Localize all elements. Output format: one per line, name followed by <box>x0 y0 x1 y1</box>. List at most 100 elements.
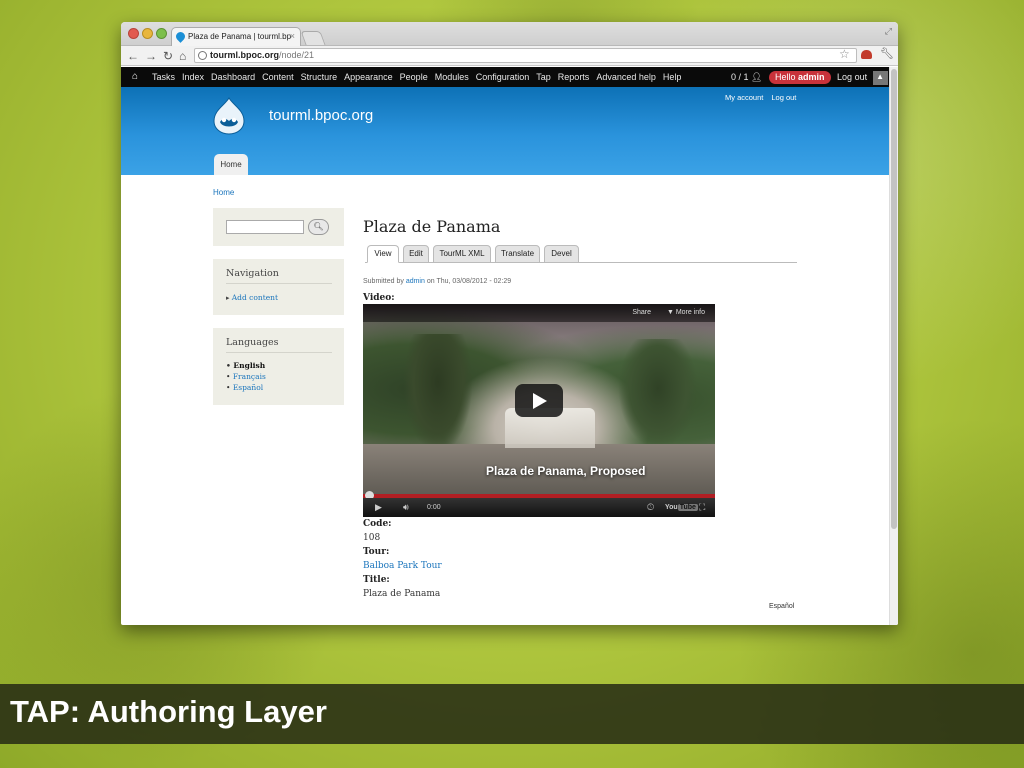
breadcrumb[interactable]: Home <box>213 188 234 197</box>
new-tab-button[interactable] <box>300 31 326 45</box>
tour-field-label: Tour: <box>363 547 390 557</box>
video-caption: Plaza de Panama, Proposed <box>486 464 646 478</box>
video-field-label: Video: <box>363 293 395 303</box>
admin-toolbar: ⌂ Tasks Index Dashboard Content Structure App… <box>121 67 889 87</box>
search-icon: 🔍︎ <box>313 222 324 231</box>
more-info-icon: ▼ <box>666 309 676 316</box>
title-field-value: Plaza de Panama <box>363 589 441 599</box>
reload-icon[interactable]: ↻ <box>163 48 173 64</box>
submitted-user-link[interactable]: admin <box>406 278 425 285</box>
navigation-block-title: Navigation <box>226 268 332 284</box>
fullscreen-icon[interactable]: ⛶ <box>699 498 705 517</box>
tab-edit[interactable]: Edit <box>403 245 429 263</box>
code-field-label: Code: <box>363 519 392 529</box>
tab-translate[interactable]: Translate <box>495 245 540 263</box>
browser-tab[interactable]: Plaza de Panama | tourml.bp × <box>171 27 301 46</box>
code-field-value: 108 <box>363 533 381 543</box>
language-footer-link[interactable]: Español <box>769 603 794 610</box>
admin-menu-item[interactable]: Content <box>262 72 294 82</box>
page-scrollbar[interactable] <box>889 67 898 625</box>
browser-window: Plaza de Panama | tourml.bp × ⤢ ← → ↻ ⌂ … <box>121 22 898 625</box>
minimize-window-button[interactable] <box>142 28 153 39</box>
admin-home-icon[interactable]: ⌂ <box>132 67 138 87</box>
submitted-info: Submitted by admin on Thu, 03/08/2012 - … <box>363 278 511 285</box>
scrollbar-thumb[interactable] <box>891 69 897 529</box>
video-player[interactable]: Share ▼ More info Plaza de Panama, Propo… <box>363 304 715 517</box>
admin-menu-item[interactable]: Structure <box>301 72 338 82</box>
back-icon[interactable]: ← <box>127 48 139 64</box>
admin-menu-item[interactable]: Reports <box>558 72 590 82</box>
play-icon[interactable]: ▶ <box>375 498 382 517</box>
main-menu-home-tab[interactable]: Home <box>214 154 248 175</box>
watch-later-icon[interactable]: 🕓︎ <box>647 498 654 517</box>
admin-logout-link[interactable]: Log out <box>837 72 867 82</box>
node-tabs: View Edit TourML XML Translate Devel <box>365 245 797 263</box>
url-host: tourml.bpoc.org <box>210 50 279 60</box>
tab-view[interactable]: View <box>367 245 399 263</box>
drupal-logo[interactable] <box>211 97 247 135</box>
tab-tourml-xml[interactable]: TourML XML <box>433 245 491 263</box>
video-more-info-button[interactable]: ▼ More info <box>667 304 705 322</box>
search-block: 🔍︎ <box>213 208 344 246</box>
language-item-french[interactable]: Français <box>226 371 266 382</box>
admin-user-area: 0 / 1 👤︎ Hello admin Log out ▲ <box>731 67 888 87</box>
search-input[interactable] <box>226 220 304 234</box>
toolbar-toggle-button[interactable]: ▲ <box>872 70 888 85</box>
submitted-prefix: Submitted by <box>363 278 404 285</box>
admin-menu-item[interactable]: Configuration <box>476 72 530 82</box>
secondary-menu-item[interactable]: Log out <box>771 93 796 102</box>
fullscreen-icon[interactable]: ⤢ <box>885 26 892 37</box>
hello-prefix: Hello <box>774 72 796 82</box>
bookmark-star-icon[interactable]: ☆ <box>839 47 850 61</box>
wrench-icon[interactable]: 🔧︎ <box>880 47 894 60</box>
browser-tab-title: Plaza de Panama | tourml.bp <box>188 32 292 41</box>
site-name[interactable]: tourml.bpoc.org <box>269 107 373 124</box>
home-icon[interactable]: ⌂ <box>179 48 186 64</box>
zoom-window-button[interactable] <box>156 28 167 39</box>
admin-menu-item[interactable]: People <box>400 72 428 82</box>
youtube-logo[interactable]: You Tube <box>665 498 698 517</box>
admin-menu-item[interactable]: Index <box>182 72 204 82</box>
navigation-block: Navigation Add content <box>213 259 344 315</box>
site-header: tourml.bpoc.org My account Log out Home <box>121 87 889 175</box>
people-icon: 👤︎ <box>751 72 763 82</box>
url-path: /node/21 <box>279 50 315 60</box>
admin-menu-item[interactable]: Appearance <box>344 72 393 82</box>
submitted-date: on Thu, 03/08/2012 - 02:29 <box>426 278 512 285</box>
address-bar[interactable]: tourml.bpoc.org/node/21 <box>194 48 857 63</box>
language-item-english: English <box>226 360 266 371</box>
slide-title: TAP: Authoring Layer <box>10 694 327 729</box>
video-more-info-label: More info <box>675 309 705 316</box>
admin-menu-item[interactable]: Help <box>663 72 682 82</box>
video-top-bar: Share ▼ More info <box>363 304 715 322</box>
languages-block: Languages English Français Español <box>213 328 344 405</box>
video-play-button[interactable] <box>515 384 563 417</box>
language-link-french[interactable]: Français <box>233 372 266 381</box>
secondary-menu-item[interactable]: My account <box>725 93 763 102</box>
close-tab-icon[interactable]: × <box>290 28 295 45</box>
tab-devel[interactable]: Devel <box>544 245 579 263</box>
tour-field-link[interactable]: Balboa Park Tour <box>363 561 442 571</box>
search-button[interactable]: 🔍︎ <box>308 219 329 235</box>
hello-username: admin <box>798 72 825 82</box>
video-tree-right <box>618 339 698 449</box>
language-link-spanish[interactable]: Español <box>233 383 263 392</box>
user-count: 0 / 1 <box>731 72 749 82</box>
extension-icon[interactable] <box>861 50 872 59</box>
video-controls: ▶ 🔊︎ 0:00 🕓︎ You Tube ⛶ <box>363 498 715 517</box>
admin-menu-item[interactable]: Dashboard <box>211 72 255 82</box>
page-viewport: ⌂ Tasks Index Dashboard Content Structure App… <box>121 67 889 625</box>
hello-user-badge[interactable]: Hello admin <box>768 71 831 84</box>
volume-icon[interactable]: 🔊︎ <box>403 498 409 517</box>
admin-menu-item[interactable]: Tasks <box>152 72 175 82</box>
add-content-link[interactable]: Add content <box>226 293 278 302</box>
admin-menu-item[interactable]: Modules <box>435 72 469 82</box>
forward-icon[interactable]: → <box>145 48 157 64</box>
video-share-button[interactable]: Share <box>632 304 651 322</box>
globe-icon <box>198 51 207 60</box>
close-window-button[interactable] <box>128 28 139 39</box>
youtube-logo-box: Tube <box>677 504 698 511</box>
admin-menu-item[interactable]: Advanced help <box>596 72 656 82</box>
language-item-spanish[interactable]: Español <box>226 382 266 393</box>
admin-menu-item[interactable]: Tap <box>536 72 551 82</box>
